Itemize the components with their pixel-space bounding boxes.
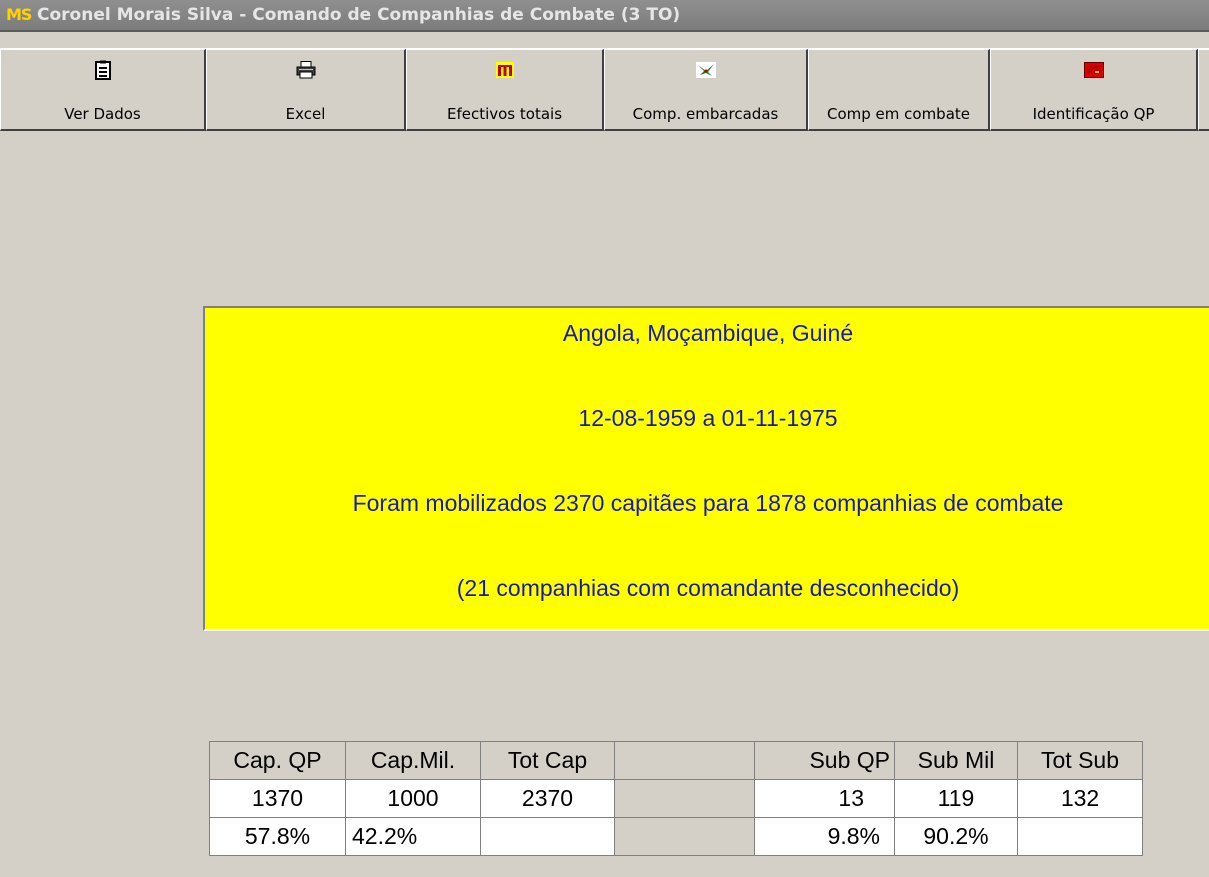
unknown-commander-text: (21 companhias com comandante desconheci… xyxy=(456,575,960,601)
comp-embarcadas-button[interactable]: Comp. embarcadas xyxy=(604,49,808,131)
comp-em-combate-label: Comp em combate xyxy=(826,105,971,123)
cell-cap-mil-percent[interactable]: 42.2% xyxy=(345,817,481,856)
stats-table: Cap. QP Cap.Mil. Tot Cap Sub QP Sub Mil … xyxy=(209,741,1143,856)
window-title: Coronel Morais Silva - Comando de Compan… xyxy=(37,5,681,25)
app-logo-icon: MS xyxy=(6,5,32,24)
ver-dados-label: Ver Dados xyxy=(64,105,141,123)
efectivos-totais-label: Efectivos totais xyxy=(446,105,563,123)
identificacao-qp-label: Identificação QP xyxy=(1032,105,1155,123)
cell-spacer xyxy=(614,817,755,856)
date-range-text: 12-08-1959 a 01-11-1975 xyxy=(578,405,838,431)
cell-tot-sub-count[interactable]: 132 xyxy=(1017,779,1143,818)
summary-panel: Angola, Moçambique, Guiné 12-08-1959 a 0… xyxy=(203,306,1209,631)
cell-cap-qp-percent[interactable]: 57.8% xyxy=(209,817,346,856)
mobilization-text: Foram mobilizados 2370 capitães para 187… xyxy=(352,490,1064,516)
header-tot-cap: Tot Cap xyxy=(480,741,615,780)
header-cap-mil: Cap.Mil. xyxy=(345,741,481,780)
title-bar: MS Coronel Morais Silva - Comando de Com… xyxy=(0,0,1209,32)
table-row: 57.8% 42.2% 9.8% 90.2% xyxy=(209,817,1143,856)
cell-sub-qp-count[interactable]: 13 xyxy=(754,779,895,818)
clipboard-icon xyxy=(93,60,113,80)
theaters-text: Angola, Moçambique, Guiné xyxy=(562,320,854,346)
cell-cap-mil-count[interactable]: 1000 xyxy=(345,779,481,818)
toolbar: Ver Dados Excel Efectivos totais Comp. e… xyxy=(0,48,1209,133)
header-sub-mil: Sub Mil xyxy=(894,741,1018,780)
cell-tot-sub-percent[interactable] xyxy=(1017,817,1143,856)
header-sub-qp: Sub QP xyxy=(754,741,895,780)
printer-icon xyxy=(296,60,316,80)
comp-em-combate-button[interactable]: Comp em combate xyxy=(808,49,990,131)
excel-button[interactable]: Excel xyxy=(206,49,406,131)
cell-sub-qp-percent[interactable]: 9.8% xyxy=(754,817,895,856)
cell-tot-cap-percent[interactable] xyxy=(480,817,615,856)
green-plane-icon xyxy=(695,60,716,80)
cell-tot-cap-count[interactable]: 2370 xyxy=(480,779,615,818)
header-cap-qp: Cap. QP xyxy=(209,741,346,780)
identificacao-qp-button[interactable]: Identificação QP xyxy=(990,49,1198,131)
cell-sub-mil-count[interactable]: 119 xyxy=(894,779,1018,818)
comp-embarcadas-label: Comp. embarcadas xyxy=(632,105,779,123)
header-spacer xyxy=(614,741,755,780)
table-row: 1370 1000 2370 13 119 132 xyxy=(209,779,1143,818)
ver-dados-button[interactable]: Ver Dados xyxy=(0,49,206,131)
yellow-chart-icon xyxy=(495,60,515,80)
cell-sub-mil-percent[interactable]: 90.2% xyxy=(894,817,1018,856)
header-tot-sub: Tot Sub xyxy=(1017,741,1143,780)
cell-spacer xyxy=(614,779,755,818)
excel-label: Excel xyxy=(285,105,326,123)
toolbar-overflow-button[interactable] xyxy=(1198,49,1209,131)
table-header-row: Cap. QP Cap.Mil. Tot Cap Sub QP Sub Mil … xyxy=(209,741,1143,780)
efectivos-totais-button[interactable]: Efectivos totais xyxy=(406,49,604,131)
red-card-icon xyxy=(1083,60,1104,80)
cell-cap-qp-count[interactable]: 1370 xyxy=(209,779,346,818)
